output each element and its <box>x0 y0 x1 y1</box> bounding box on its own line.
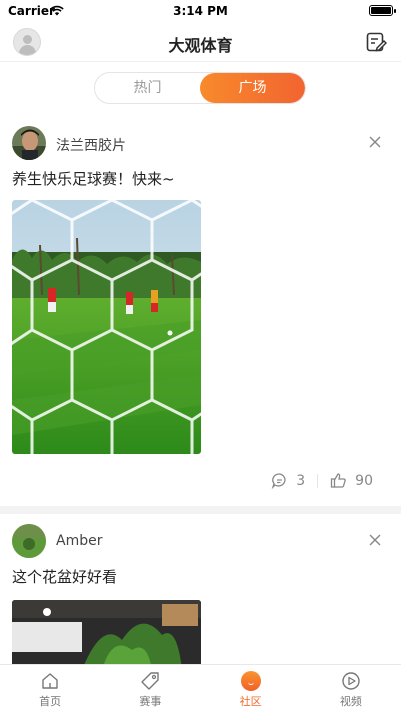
tab-home-label: 首页 <box>39 695 62 708</box>
post-username[interactable]: 法兰西胶片 <box>56 135 126 155</box>
compose-icon[interactable] <box>365 31 387 53</box>
tab-matches-label: 赛事 <box>139 695 162 708</box>
comment-button[interactable]: 3 <box>271 472 305 489</box>
post-avatar[interactable] <box>12 126 46 160</box>
tab-home[interactable]: 首页 <box>0 665 100 710</box>
nav-bar: 大观体育 <box>0 22 401 62</box>
tab-community[interactable]: 社区 <box>201 665 301 710</box>
post-avatar[interactable] <box>12 524 46 558</box>
thumbs-up-icon <box>331 473 346 488</box>
tab-square[interactable]: 广场 <box>200 73 305 103</box>
comment-icon <box>272 473 286 489</box>
post-text: 这个花盆好好看 <box>12 568 118 586</box>
battery-icon <box>369 5 396 16</box>
tag-icon <box>141 672 160 690</box>
community-icon <box>240 671 261 691</box>
post-username[interactable]: Amber <box>56 533 102 549</box>
tab-hot[interactable]: 热门 <box>95 73 200 103</box>
tab-community-label: 社区 <box>239 695 262 708</box>
post-image[interactable] <box>12 200 201 454</box>
post-feed[interactable]: 法兰西胶片 养生快乐足球赛！快来~ 3 90 Amber 这个花盆好好看 <box>0 116 401 664</box>
close-icon[interactable] <box>369 136 381 148</box>
status-time: 3:14 PM <box>173 4 228 18</box>
post-card[interactable]: 法兰西胶片 养生快乐足球赛！快来~ 3 90 <box>0 116 401 506</box>
close-icon[interactable] <box>369 534 381 546</box>
action-divider <box>317 473 319 488</box>
tab-video-label: 视频 <box>339 695 362 708</box>
tab-bar: 首页 赛事 社区 视频 <box>0 664 401 710</box>
feed-segment-control: 热门 广场 <box>94 72 306 104</box>
tab-video[interactable]: 视频 <box>301 665 401 710</box>
post-card[interactable]: Amber 这个花盆好好看 <box>0 514 401 664</box>
page-title: 大观体育 <box>168 36 233 55</box>
play-icon <box>342 672 360 690</box>
battery-fill <box>371 7 391 14</box>
tab-matches[interactable]: 赛事 <box>100 665 200 710</box>
like-count: 90 <box>355 472 373 489</box>
status-bar: Carrier 3:14 PM <box>0 0 401 22</box>
post-text: 养生快乐足球赛！快来~ <box>12 170 175 188</box>
like-button[interactable]: 90 <box>330 472 373 489</box>
post-actions: 3 90 <box>271 472 373 489</box>
home-icon <box>42 673 58 689</box>
comment-count: 3 <box>296 472 306 489</box>
post-image[interactable] <box>12 600 201 664</box>
post-divider <box>0 506 401 514</box>
